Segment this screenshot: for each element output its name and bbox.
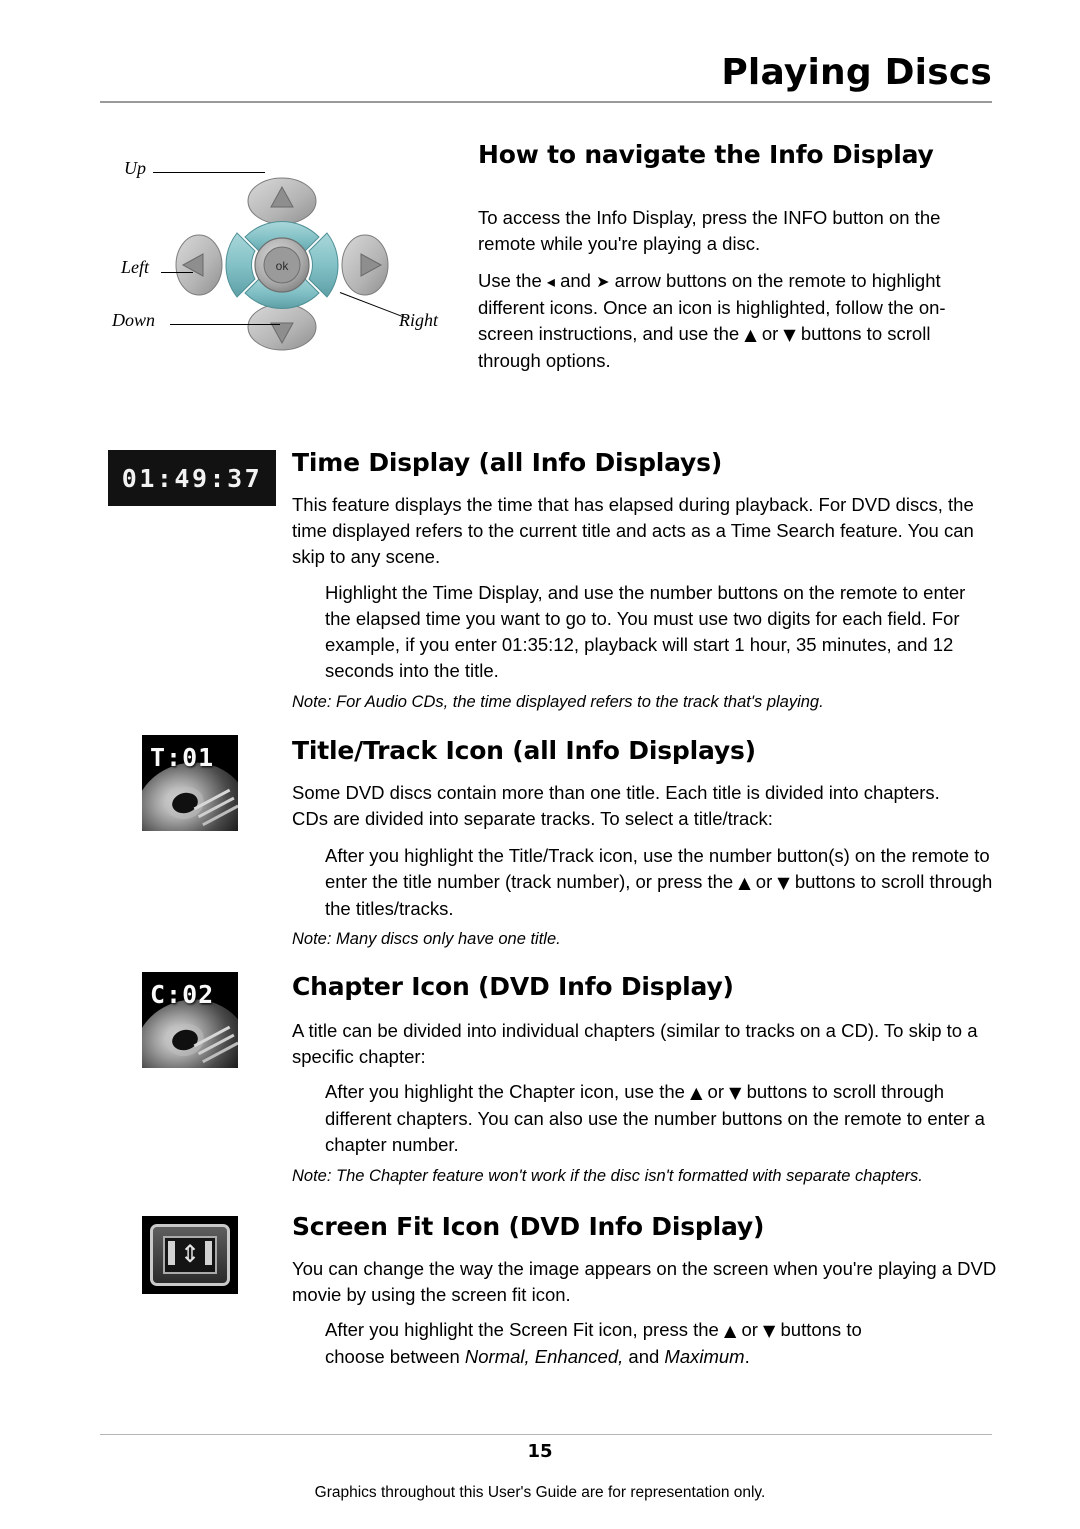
chapter-icon: C:02	[142, 972, 238, 1068]
screen-fit-indent-b: or	[741, 1319, 758, 1340]
screen-fit-indent-c: buttons to	[780, 1319, 862, 1340]
note-time-display: Note: For Audio CDs, the time displayed …	[292, 693, 824, 711]
screen-bar-left	[168, 1241, 175, 1265]
down-arrow-icon: ▼	[783, 325, 796, 344]
paragraph-title-track-indent-1: After you highlight the Title/Track icon…	[325, 843, 995, 922]
up-arrow-icon: ▲	[744, 325, 757, 344]
heading-title-track: Title/Track Icon (all Info Displays)	[292, 736, 756, 765]
chapter-indent-b: or	[707, 1081, 724, 1102]
note-title-track: Note: Many discs only have one title.	[292, 930, 561, 948]
screen-fit-indent2-c: and	[628, 1346, 660, 1367]
navigate-text-b: and	[560, 270, 591, 291]
navigation-pad-svg: ok	[175, 177, 389, 351]
footer-note: Graphics throughout this User's Guide ar…	[314, 1484, 766, 1501]
title-track-icon-label: T:01	[150, 743, 215, 772]
page-number: 15	[527, 1441, 553, 1462]
footer-divider	[100, 1434, 992, 1435]
header-divider	[100, 101, 992, 103]
left-arrow-icon: ◂	[546, 272, 555, 291]
vertical-arrows-icon: ⇕	[179, 1241, 201, 1268]
navpad-label-left: Left	[121, 257, 150, 277]
paragraph-screen-fit-indent-1: After you highlight the Screen Fit icon,…	[325, 1317, 995, 1370]
paragraph-time-1: This feature displays the time that has …	[292, 494, 974, 567]
navpad-label-right: Right	[399, 310, 438, 330]
navpad-leader-up	[153, 172, 265, 173]
screen-bar-right	[205, 1241, 212, 1265]
navpad-leader-left	[161, 272, 193, 273]
navpad-label-down: Down	[112, 310, 156, 330]
up-arrow-icon: ▲	[738, 873, 751, 892]
note-chapter: Note: The Chapter feature won't work if …	[292, 1167, 923, 1185]
navpad-leader-down	[170, 324, 280, 325]
paragraph-navigate-1: To access the Info Display, press the IN…	[478, 207, 941, 254]
manual-page: Playing Discs ok Up Left Down Right How …	[0, 0, 1080, 1529]
chapter-icon-label: C:02	[150, 980, 215, 1009]
screen-frame-outer: ⇕	[150, 1224, 230, 1286]
time-display-icon: 01:49:37	[108, 450, 276, 506]
paragraph-title-track-1: Some DVD discs contain more than one tit…	[292, 782, 940, 829]
heading-screen-fit: Screen Fit Icon (DVD Info Display)	[292, 1212, 765, 1241]
navigation-pad-diagram: ok	[175, 175, 390, 355]
screen-fit-icon: ⇕	[142, 1216, 238, 1294]
down-arrow-icon: ▼	[729, 1083, 742, 1102]
heading-time-display: Time Display (all Info Displays)	[292, 448, 723, 477]
navigate-text-a: Use the	[478, 270, 542, 291]
screen-fit-indent2-a: choose between	[325, 1346, 460, 1367]
down-arrow-icon: ▼	[777, 873, 790, 892]
heading-how-to-navigate: How to navigate the Info Display	[478, 140, 934, 169]
title-track-icon: T:01	[142, 735, 238, 831]
paragraph-time-indent-1: Highlight the Time Display, and use the …	[325, 582, 966, 681]
heading-chapter: Chapter Icon (DVD Info Display)	[292, 972, 734, 1001]
screen-fit-period: .	[744, 1346, 750, 1367]
up-arrow-icon: ▲	[724, 1321, 737, 1340]
paragraph-chapter-1: A title can be divided into individual c…	[292, 1020, 978, 1067]
down-arrow-icon: ▼	[763, 1321, 776, 1340]
paragraph-screen-fit-1: You can change the way the image appears…	[292, 1258, 997, 1305]
paragraph-navigate-2: Use the ◂ and ➤ arrow buttons on the rem…	[478, 268, 998, 374]
paragraph-chapter-indent-1: After you highlight the Chapter icon, us…	[325, 1079, 995, 1158]
screen-fit-mode-maximum: Maximum	[664, 1346, 745, 1367]
ok-button-label: ok	[276, 259, 290, 273]
right-arrow-icon: ➤	[596, 272, 610, 291]
screen-fit-modes: Normal, Enhanced,	[464, 1346, 624, 1367]
title-track-indent-b: or	[755, 871, 773, 892]
chapter-indent-a: After you highlight the Chapter icon, us…	[325, 1081, 685, 1102]
screen-frame-inner: ⇕	[163, 1236, 217, 1274]
navpad-label-up: Up	[124, 158, 146, 178]
screen-fit-indent-a: After you highlight the Screen Fit icon,…	[325, 1319, 719, 1340]
page-title: Playing Discs	[721, 52, 992, 93]
up-arrow-icon: ▲	[690, 1083, 703, 1102]
navigate-text-d: or	[761, 323, 779, 344]
